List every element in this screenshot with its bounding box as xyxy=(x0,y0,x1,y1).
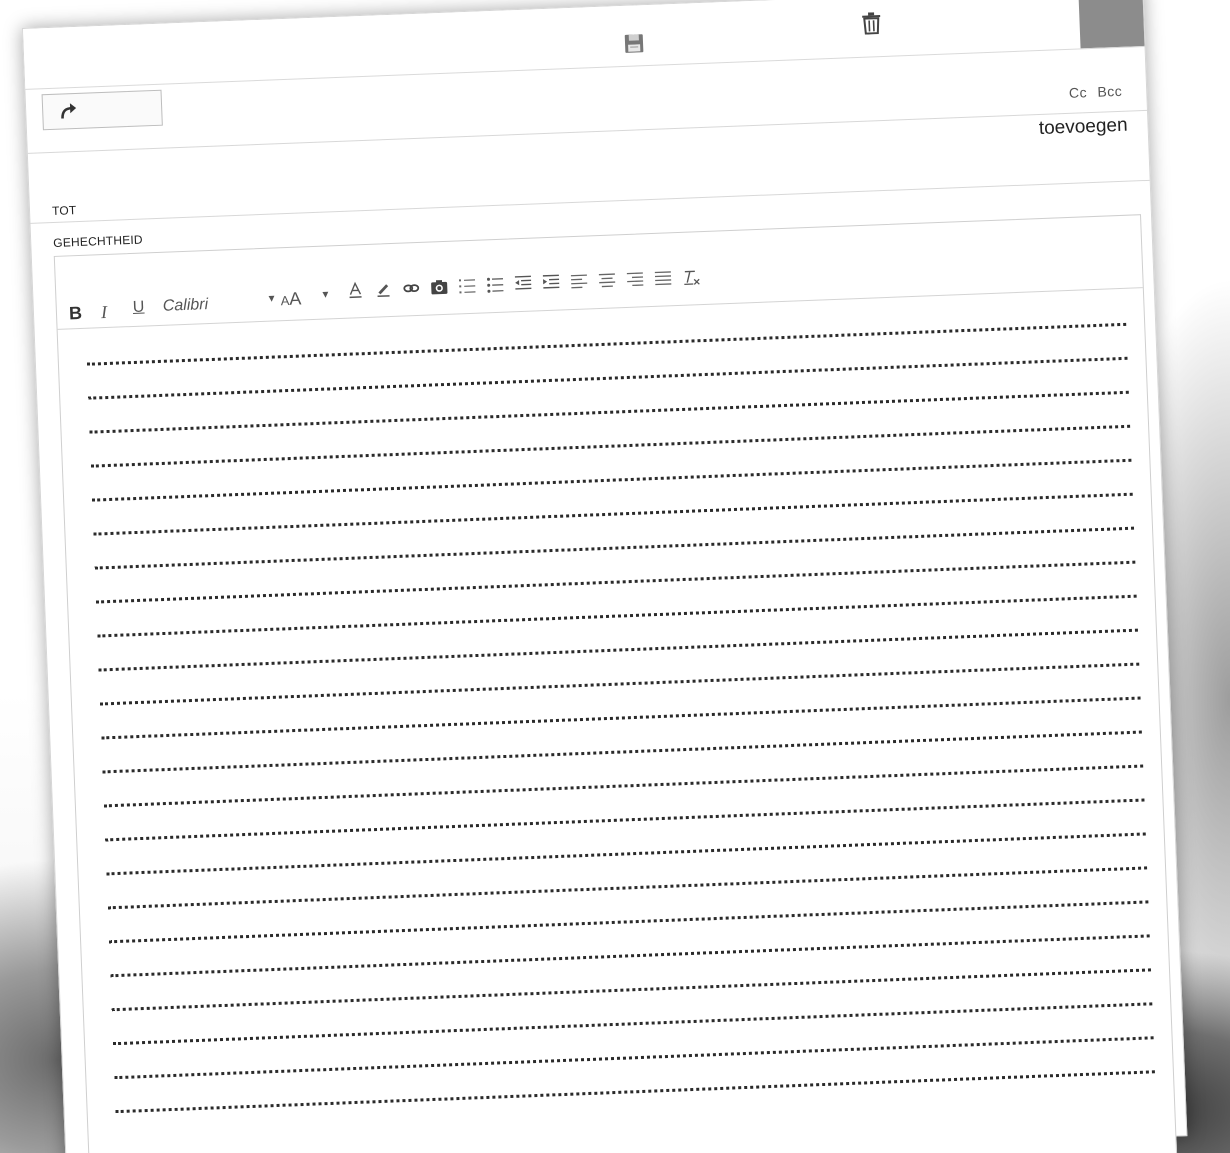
increase-indent-icon[interactable] xyxy=(542,274,561,293)
highlight-icon[interactable] xyxy=(374,280,393,299)
font-color-icon[interactable] xyxy=(346,281,365,300)
decrease-indent-icon[interactable] xyxy=(514,275,533,294)
divider xyxy=(27,109,1148,154)
camera-icon[interactable] xyxy=(430,278,449,297)
justify-icon[interactable] xyxy=(654,269,673,288)
font-size-large-glyph: A xyxy=(288,288,302,309)
email-compose-window: Cc Bcc toevoegen TOT GEHECHTHEID B I U C… xyxy=(22,0,1188,1153)
bcc-button[interactable]: Bcc xyxy=(1097,83,1122,100)
font-size-select[interactable]: AA xyxy=(280,288,302,309)
chevron-down-icon[interactable]: ▼ xyxy=(266,293,276,304)
save-icon[interactable] xyxy=(624,33,645,54)
clear-formatting-icon[interactable] xyxy=(682,268,701,287)
message-editor[interactable]: B I U Calibri ▼ AA ▼ xyxy=(53,214,1178,1153)
align-left-icon[interactable] xyxy=(570,272,589,291)
numbered-list-icon[interactable] xyxy=(458,277,477,296)
forward-arrow-icon xyxy=(61,103,77,119)
divider xyxy=(30,179,1150,224)
screen: Cc Bcc toevoegen TOT GEHECHTHEID B I U C… xyxy=(0,0,1230,1153)
attachment-field-label: GEHECHTHEID xyxy=(53,232,144,250)
add-recipient-link[interactable]: toevoegen xyxy=(1038,115,1128,140)
underline-button[interactable]: U xyxy=(132,299,144,316)
forward-button[interactable] xyxy=(41,89,163,131)
to-field-label: TOT xyxy=(51,203,77,218)
font-family-select[interactable]: Calibri xyxy=(162,296,208,315)
bulleted-list-icon[interactable] xyxy=(486,276,505,295)
italic-button[interactable]: I xyxy=(101,302,108,322)
ruled-writing-area[interactable] xyxy=(86,305,1155,1114)
trash-icon[interactable] xyxy=(861,12,882,35)
cc-button[interactable]: Cc xyxy=(1069,84,1088,101)
align-center-icon[interactable] xyxy=(598,271,617,290)
window-accent-tab xyxy=(1078,0,1145,49)
align-right-icon[interactable] xyxy=(626,270,645,289)
cc-bcc-toggle: Cc Bcc xyxy=(1063,83,1123,101)
bold-button[interactable]: B xyxy=(69,303,83,323)
link-icon[interactable] xyxy=(402,279,421,298)
chevron-down-icon[interactable]: ▼ xyxy=(320,289,330,300)
